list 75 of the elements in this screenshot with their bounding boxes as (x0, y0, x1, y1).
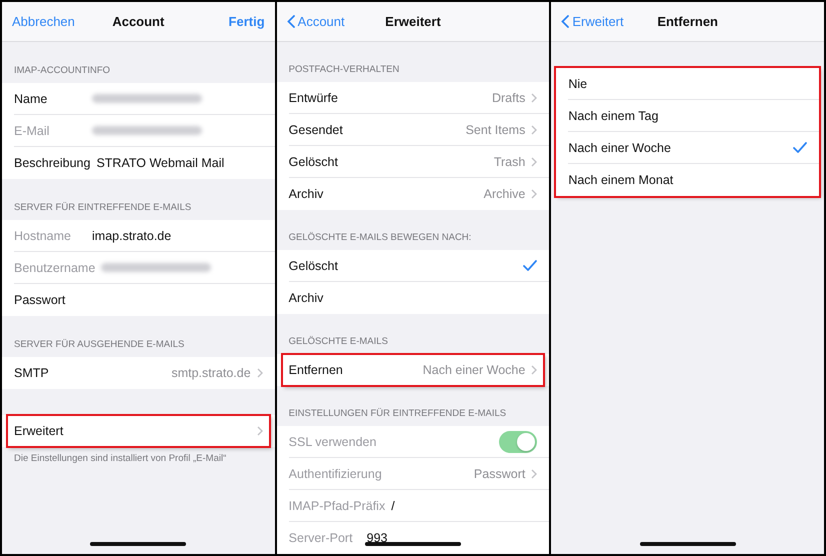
section-header: IMAP-ACCOUNTINFO (13, 64, 112, 78)
list-row[interactable]: Archiv (288, 282, 550, 314)
row-label: Nach einer Woche (568, 140, 671, 154)
chevron-icon (531, 124, 538, 134)
field-value: imap.strato.de (92, 228, 172, 242)
list-row[interactable]: Hostname imap.strato.de (14, 220, 275, 252)
back-chevron-icon (286, 15, 295, 28)
chevron-icon (256, 368, 263, 378)
row-label: Nach einem Monat (568, 173, 674, 187)
chevron-icon (256, 426, 263, 436)
row-label: E-Mail (14, 124, 50, 138)
list-row[interactable]: Name (14, 83, 275, 115)
row-label: Nach einem Tag (568, 108, 658, 122)
row-label: Archiv (288, 291, 324, 305)
toggle-switch[interactable] (499, 430, 538, 452)
row-label: IMAP-Pfad-Präfix (288, 498, 386, 512)
list-row[interactable]: SMTP smtp.strato.de (14, 357, 275, 389)
row-label: Name (14, 92, 48, 106)
chevron-icon (531, 189, 538, 199)
screen-title: Entfernen (657, 14, 718, 29)
row-label: Gelöscht (288, 258, 339, 272)
back-chevron-icon (561, 15, 570, 28)
row-label: Beschreibung (14, 156, 90, 170)
row-label: Gelöscht (288, 154, 339, 168)
list-row[interactable]: Entfernen Nach einer Woche (282, 354, 544, 386)
row-label: Erweitert (14, 424, 64, 438)
field-value: / (391, 498, 395, 512)
detail-value: Passwort (474, 466, 526, 480)
list-row[interactable]: Server-Port 993 (288, 522, 550, 554)
detail-value: Nach einer Woche (422, 363, 526, 377)
screen-title: Erweitert (385, 14, 441, 29)
section-header: POSTFACH-VERHALTEN (288, 63, 400, 77)
list-row[interactable]: Nach einem Tag (568, 100, 819, 132)
section-header: EINSTELLUNGEN FÜR EINTREFFENDE E-MAILS (288, 407, 508, 421)
list-row[interactable]: Gelöscht Trash (288, 146, 550, 178)
list-row[interactable]: Entwürfe Drafts (288, 82, 550, 114)
section-header: GELÖSCHTE E-MAILS (288, 335, 389, 349)
detail-value: Drafts (492, 90, 526, 104)
section-header: SERVER FÜR AUSGEHENDE E-MAILS (13, 338, 186, 352)
footer-note: Die Einstellungen sind installiert von Profil „E-Mail“ (13, 452, 228, 466)
chevron-icon (531, 365, 538, 375)
row-label: SSL verwenden (288, 434, 376, 448)
row-label: SMTP (14, 366, 50, 380)
row-label: Entfernen (288, 363, 344, 377)
detail-value: Trash (494, 154, 526, 168)
chevron-icon (531, 92, 538, 102)
detail-value: Archive (484, 187, 526, 201)
chevron-icon (531, 156, 538, 166)
row-label: Gesendet (288, 122, 344, 136)
chevron-icon (531, 468, 538, 478)
list-row[interactable]: Passwort (14, 284, 275, 316)
list-row[interactable]: Gesendet Sent Items (288, 114, 550, 146)
row-label: Server-Port (288, 531, 354, 545)
row-label: Entwürfe (288, 90, 339, 104)
list-row[interactable]: Gelöscht (288, 250, 550, 282)
row-label: Benutzername (14, 260, 96, 274)
section-header: GELÖSCHTE E-MAILS BEWEGEN NACH: (288, 231, 472, 245)
list-row[interactable]: Nach einer Woche (568, 132, 819, 164)
row-label: Hostname (14, 228, 72, 242)
list-row[interactable]: Nach einem Monat (568, 164, 819, 196)
row-label: Nie (568, 76, 588, 90)
list-row[interactable]: Nie (568, 68, 819, 100)
list-row[interactable]: IMAP-Pfad-Präfix / (288, 490, 550, 522)
row-label: Authentifizierung (288, 466, 382, 480)
screen-title: Account (112, 14, 164, 29)
row-label: Passwort (14, 293, 66, 307)
list-row[interactable]: Beschreibung STRATO Webmail Mail (14, 147, 275, 179)
list-row[interactable]: Archiv Archive (288, 178, 550, 210)
detail-value: Sent Items (466, 122, 526, 136)
section-header: SERVER FÜR EINTREFFENDE E-MAILS (13, 201, 192, 215)
detail-value: smtp.strato.de (171, 366, 251, 380)
field-value: 993 (366, 531, 388, 545)
list-row[interactable]: Erweitert (7, 415, 270, 447)
field-value: STRATO Webmail Mail (96, 156, 224, 170)
row-label: Archiv (288, 187, 324, 201)
